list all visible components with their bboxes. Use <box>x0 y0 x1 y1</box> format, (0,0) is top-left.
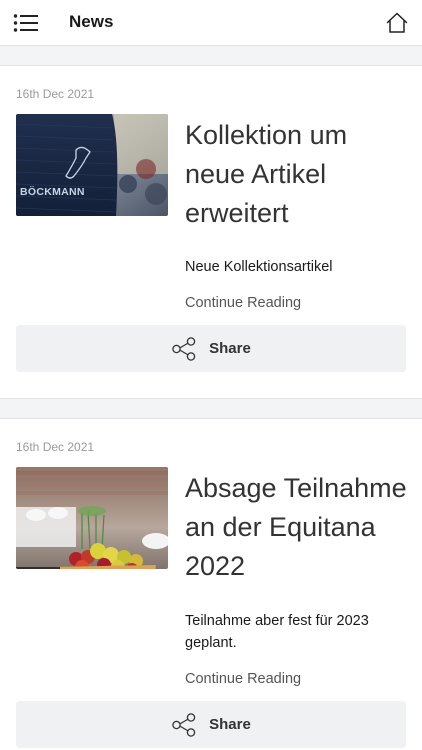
home-icon <box>386 12 408 33</box>
page-title: News <box>69 12 114 31</box>
share-icon <box>172 336 196 361</box>
article-image-apples[interactable]: BÖCKMANN <box>16 467 168 569</box>
news-card: 16th Dec 2021 <box>0 418 422 750</box>
article-image-jacket[interactable]: BÖCKMANN <box>16 114 168 216</box>
top-bar: News <box>0 0 422 46</box>
share-button[interactable]: Share <box>16 325 406 372</box>
article-title[interactable]: Absage Teilnahme an der Equitana 2022 <box>185 469 411 586</box>
app-screen: News 16th Dec 2021 BÖCKMANN Kollektion u… <box>0 0 422 750</box>
image-logo-text: BÖCKMANN <box>20 185 85 198</box>
continue-reading-link[interactable]: Continue Reading <box>185 295 301 311</box>
article-excerpt: Teilnahme aber fest für 2023 geplant. <box>185 613 369 651</box>
share-label: Share <box>209 716 251 733</box>
share-label: Share <box>209 340 251 357</box>
share-button[interactable]: Share <box>16 701 406 748</box>
article-date: 16th Dec 2021 <box>16 440 95 454</box>
article-date: 16th Dec 2021 <box>16 87 95 101</box>
menu-list-icon <box>13 14 38 32</box>
continue-reading-link[interactable]: Continue Reading <box>185 671 301 687</box>
home-button[interactable] <box>384 10 410 36</box>
article-excerpt: Neue Kollektionsartikel <box>185 259 333 275</box>
menu-button[interactable] <box>12 11 40 35</box>
news-card: 16th Dec 2021 <box>0 65 422 399</box>
article-title[interactable]: Kollektion um neue Artikel erweitert <box>185 116 411 233</box>
share-icon <box>172 712 196 737</box>
